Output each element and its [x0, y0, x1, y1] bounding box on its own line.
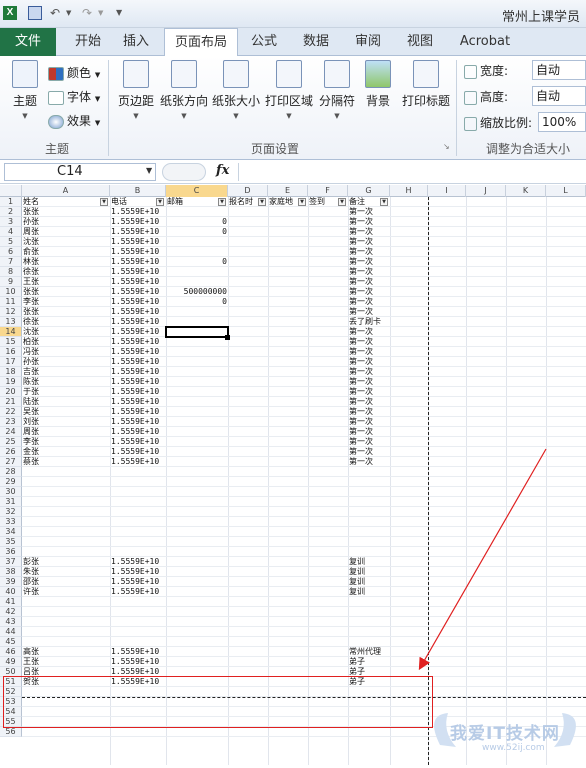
effects-icon	[48, 114, 64, 129]
print-titles-icon	[413, 60, 439, 88]
name-box[interactable]: C14	[4, 163, 156, 181]
tab-review[interactable]: 审阅	[348, 28, 388, 56]
scale-label: 缩放比例:	[480, 116, 533, 130]
background-image-icon	[365, 60, 391, 88]
watermark-url: www.52ij.com	[482, 743, 545, 753]
watermark-text: 我爱IT技术网	[450, 724, 560, 744]
height-label: 高度:	[480, 90, 509, 104]
margins-label: 页边距	[117, 94, 154, 108]
size-button[interactable]: 纸张大小 ▼	[212, 60, 260, 120]
tab-file[interactable]: 文件	[0, 28, 56, 56]
width-label: 宽度:	[480, 64, 509, 78]
tab-formulas[interactable]: 公式	[244, 28, 284, 56]
orientation-label: 纸张方向	[160, 94, 209, 108]
redo-icon[interactable]: ↷	[82, 6, 96, 20]
chevron-down-icon: ▼	[334, 112, 340, 120]
effects-label: 效果	[67, 114, 92, 128]
margins-button[interactable]: 页边距 ▼	[114, 60, 158, 120]
print-titles-button[interactable]: 打印标题	[400, 60, 452, 109]
tab-home[interactable]: 开始	[68, 28, 108, 56]
colors-icon	[48, 66, 64, 81]
colors-button[interactable]: 颜色 ▼	[48, 64, 100, 81]
chevron-down-icon: ▼	[181, 112, 187, 120]
height-select[interactable]: 自动	[532, 86, 586, 106]
width-label-row: 宽度:	[464, 62, 508, 79]
themes-label: 主题	[12, 94, 37, 108]
window-title: 常州上课学员	[501, 10, 580, 25]
print-area-label: 打印区域	[264, 94, 313, 108]
formula-controls[interactable]	[162, 163, 206, 181]
group-title-scale: 调整为合适大小	[485, 142, 570, 156]
undo-icon[interactable]: ↶	[50, 6, 64, 20]
fonts-button[interactable]: 字体 ▼	[48, 88, 100, 105]
effects-button[interactable]: 效果 ▼	[48, 112, 100, 129]
print-titles-label: 打印标题	[401, 94, 450, 108]
scale-icon	[464, 116, 477, 131]
chevron-down-icon[interactable]: ▼	[146, 166, 152, 175]
tab-page-layout[interactable]: 页面布局	[164, 28, 238, 57]
tab-data[interactable]: 数据	[296, 28, 336, 56]
breaks-icon	[324, 60, 350, 88]
fx-label: fx	[216, 163, 230, 178]
spreadsheet-grid[interactable]: ABCDEFGHIJKL 1 2 3 4 5 6 7 8 9 10 11 12 13 14 15 16 17 18…	[0, 185, 586, 765]
breaks-button[interactable]: 分隔符 ▼	[318, 60, 356, 120]
insert-function-icon[interactable]: fx	[216, 163, 229, 178]
chevron-down-icon: ▼	[94, 119, 101, 127]
tab-insert[interactable]: 插入	[116, 28, 156, 56]
scale-input[interactable]: 100%	[538, 112, 586, 132]
tab-view[interactable]: 视图	[400, 28, 440, 56]
group-title-themes: 主题	[44, 142, 69, 156]
size-label: 纸张大小	[212, 94, 261, 108]
breaks-label: 分隔符	[318, 94, 355, 108]
formula-input[interactable]	[238, 163, 584, 181]
themes-button[interactable]: 主题 ▼	[6, 60, 44, 120]
group-separator	[456, 60, 457, 156]
chevron-down-icon: ▼	[94, 95, 101, 103]
chevron-down-icon: ▼	[94, 71, 101, 79]
chevron-down-icon: ▼	[286, 112, 292, 120]
paper-size-icon	[223, 60, 249, 88]
formula-bar: C14 ▼ fx	[0, 160, 586, 184]
group-separator	[108, 60, 109, 156]
orientation-icon	[171, 60, 197, 88]
chevron-down-icon: ▼	[133, 112, 139, 120]
annotation-red-arrow	[418, 448, 547, 671]
title-bar: X ↶ ▼ ↷ ▼ ▼ 常州上课学员	[0, 0, 586, 28]
redo-dropdown-icon[interactable]: ▼	[98, 6, 112, 20]
dialog-launcher-icon[interactable]: ↘	[443, 142, 450, 151]
background-button[interactable]: 背景	[362, 60, 394, 109]
customize-toolbar-icon[interactable]: ▼	[116, 6, 130, 20]
undo-dropdown-icon[interactable]: ▼	[66, 6, 80, 20]
ribbon: 主题 ▼ 颜色 ▼ 字体 ▼ 效果 ▼ 主题 页边距 ▼ 纸张方向 ▼ 纸张大小…	[0, 56, 586, 160]
colors-label: 颜色	[67, 66, 92, 80]
save-icon[interactable]	[28, 6, 42, 20]
fonts-label: 字体	[67, 90, 92, 104]
chevron-down-icon: ▼	[22, 112, 28, 120]
print-area-button[interactable]: 打印区域 ▼	[264, 60, 314, 120]
themes-icon	[12, 60, 38, 88]
scale-label-row: 缩放比例:	[464, 114, 532, 131]
fonts-icon	[48, 90, 64, 105]
group-title-page-setup: 页面设置	[250, 142, 299, 156]
chevron-down-icon: ▼	[233, 112, 239, 120]
width-icon	[464, 64, 477, 79]
tab-acrobat[interactable]: Acrobat	[456, 28, 514, 56]
margins-icon	[123, 60, 149, 88]
orientation-button[interactable]: 纸张方向 ▼	[160, 60, 208, 120]
height-icon	[464, 90, 477, 105]
height-label-row: 高度:	[464, 88, 508, 105]
printer-icon	[276, 60, 302, 88]
background-label: 背景	[365, 94, 390, 108]
excel-app-icon[interactable]: X	[3, 6, 17, 20]
width-select[interactable]: 自动	[532, 60, 586, 80]
watermark: 我爱IT技术网 www.52ij.com	[420, 705, 586, 765]
